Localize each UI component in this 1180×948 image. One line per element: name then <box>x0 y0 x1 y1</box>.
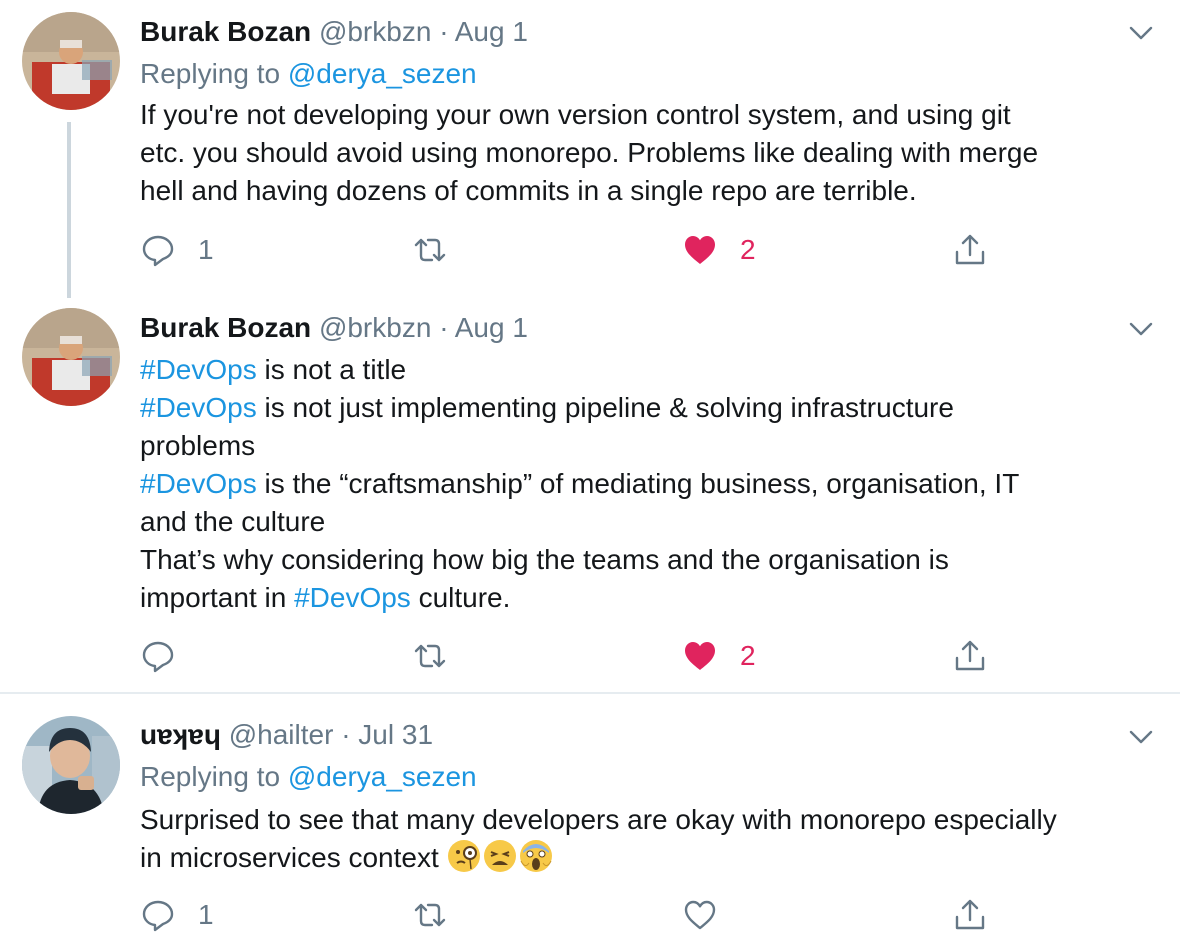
tweet-text-line: hell and having dozens of commits in a s… <box>140 175 917 206</box>
replying-to-link[interactable]: @derya_sezen <box>288 761 477 792</box>
like-button[interactable]: 2 <box>682 228 756 272</box>
tweet-text-line: If you're not developing your own versio… <box>140 99 1011 130</box>
reply-icon <box>142 900 174 932</box>
separator-dot: · <box>439 16 449 47</box>
text-segment: is not just implementing pipeline & solv… <box>256 392 954 423</box>
heart-filled-icon <box>685 236 715 264</box>
reply-button[interactable]: 1 <box>140 228 214 272</box>
tweet-2[interactable]: Burak Bozan @brkbzn · Aug 1 #DevOps is n… <box>0 298 1180 692</box>
reply-icon <box>142 641 174 673</box>
tweet-text-line: important in #DevOps culture. <box>140 579 1160 617</box>
share-icon <box>955 640 985 671</box>
retweet-button[interactable] <box>412 634 470 678</box>
timestamp[interactable]: Aug 1 <box>455 312 528 343</box>
tweet-text: Surprised to see that many developers ar… <box>140 801 1160 877</box>
tweet-header: Burak Bozan @brkbzn · Aug 1 <box>140 308 528 348</box>
tweet-header: Burak Bozan @brkbzn · Aug 1 <box>140 12 528 52</box>
retweet-icon <box>414 644 446 668</box>
weary-face-icon <box>483 840 516 872</box>
face-with-monocle-icon <box>447 840 480 872</box>
username[interactable]: @hailter <box>229 719 334 750</box>
retweet-icon <box>414 238 446 262</box>
chevron-down-icon[interactable] <box>1126 314 1156 344</box>
hashtag-link[interactable]: #DevOps <box>140 468 257 499</box>
tweet-text-line: etc. you should avoid using monorepo. Pr… <box>140 137 1039 168</box>
replying-to-link[interactable]: @derya_sezen <box>288 58 477 89</box>
hashtag-link[interactable]: #DevOps <box>140 392 257 423</box>
like-count: 2 <box>740 640 756 671</box>
tweet-header: uɐʞɐɥ @hailter · Jul 31 <box>140 715 433 755</box>
reply-button[interactable] <box>140 634 198 678</box>
like-count: 2 <box>740 234 756 265</box>
tweet-text: If you're not developing your own versio… <box>140 96 1160 210</box>
tweet-text-line: Surprised to see that many developers ar… <box>140 804 1057 835</box>
display-name[interactable]: uɐʞɐɥ <box>140 719 221 750</box>
tweet-text-line: #DevOps is not a title <box>140 351 1160 389</box>
hashtag-link[interactable]: #DevOps <box>140 354 257 385</box>
tweet-actions: 1 2 <box>140 228 1140 272</box>
avatar[interactable] <box>22 716 120 814</box>
username[interactable]: @brkbzn <box>319 312 431 343</box>
separator-dot: · <box>439 312 449 343</box>
replying-to-label: Replying to <box>140 58 288 89</box>
display-name[interactable]: Burak Bozan <box>140 16 311 47</box>
username[interactable]: @brkbzn <box>319 16 431 47</box>
separator-dot: · <box>341 719 351 750</box>
share-button[interactable] <box>952 634 988 678</box>
tweet-text-line: and the culture <box>140 506 326 537</box>
reply-icon <box>142 235 174 267</box>
tweet-text-line: problems <box>140 430 256 461</box>
text-segment: is the “craftsmanship” of mediating busi… <box>256 468 1020 499</box>
tweet-actions: 1 <box>140 893 1140 937</box>
timestamp[interactable]: Jul 31 <box>358 719 433 750</box>
replying-to: Replying to @derya_sezen <box>140 757 477 797</box>
tweet-text-line: That’s why considering how big the teams… <box>140 544 949 575</box>
like-button[interactable]: 2 <box>682 634 756 678</box>
text-segment: important in <box>140 582 295 613</box>
hashtag-link[interactable]: #DevOps <box>294 582 411 613</box>
text-segment: is not a title <box>256 354 407 385</box>
reply-count: 1 <box>198 899 214 930</box>
avatar[interactable] <box>22 12 120 110</box>
text-segment: in microservices context <box>140 842 447 873</box>
reply-count: 1 <box>198 234 214 265</box>
tweet-text-line: #DevOps is not just implementing pipelin… <box>140 389 1160 427</box>
share-button[interactable] <box>952 228 988 272</box>
share-button[interactable] <box>952 893 988 937</box>
retweet-icon <box>414 903 446 927</box>
like-button[interactable] <box>682 893 740 937</box>
tweet-1[interactable]: Burak Bozan @brkbzn · Aug 1 Replying to … <box>0 0 1180 298</box>
chevron-down-icon[interactable] <box>1126 18 1156 48</box>
text-segment: culture. <box>410 582 511 613</box>
share-icon <box>955 234 985 265</box>
chevron-down-icon[interactable] <box>1126 722 1156 752</box>
share-icon <box>955 899 985 930</box>
tweet-3[interactable]: uɐʞɐɥ @hailter · Jul 31 Replying to @der… <box>0 694 1180 948</box>
avatar[interactable] <box>22 308 120 406</box>
face-screaming-icon <box>519 840 552 872</box>
retweet-button[interactable] <box>412 228 470 272</box>
thread-line <box>67 122 71 298</box>
replying-to-label: Replying to <box>140 761 288 792</box>
tweet-text-line: #DevOps is the “craftsmanship” of mediat… <box>140 465 1160 503</box>
reply-button[interactable]: 1 <box>140 893 214 937</box>
heart-filled-icon <box>685 642 715 670</box>
tweet-text: #DevOps is not a title #DevOps is not ju… <box>140 351 1160 617</box>
retweet-button[interactable] <box>412 893 470 937</box>
tweet-text-line: in microservices context <box>140 839 1160 877</box>
tweet-actions: 2 <box>140 634 1140 678</box>
replying-to: Replying to @derya_sezen <box>140 54 477 94</box>
timestamp[interactable]: Aug 1 <box>455 16 528 47</box>
display-name[interactable]: Burak Bozan <box>140 312 311 343</box>
heart-outline-icon <box>684 900 716 930</box>
